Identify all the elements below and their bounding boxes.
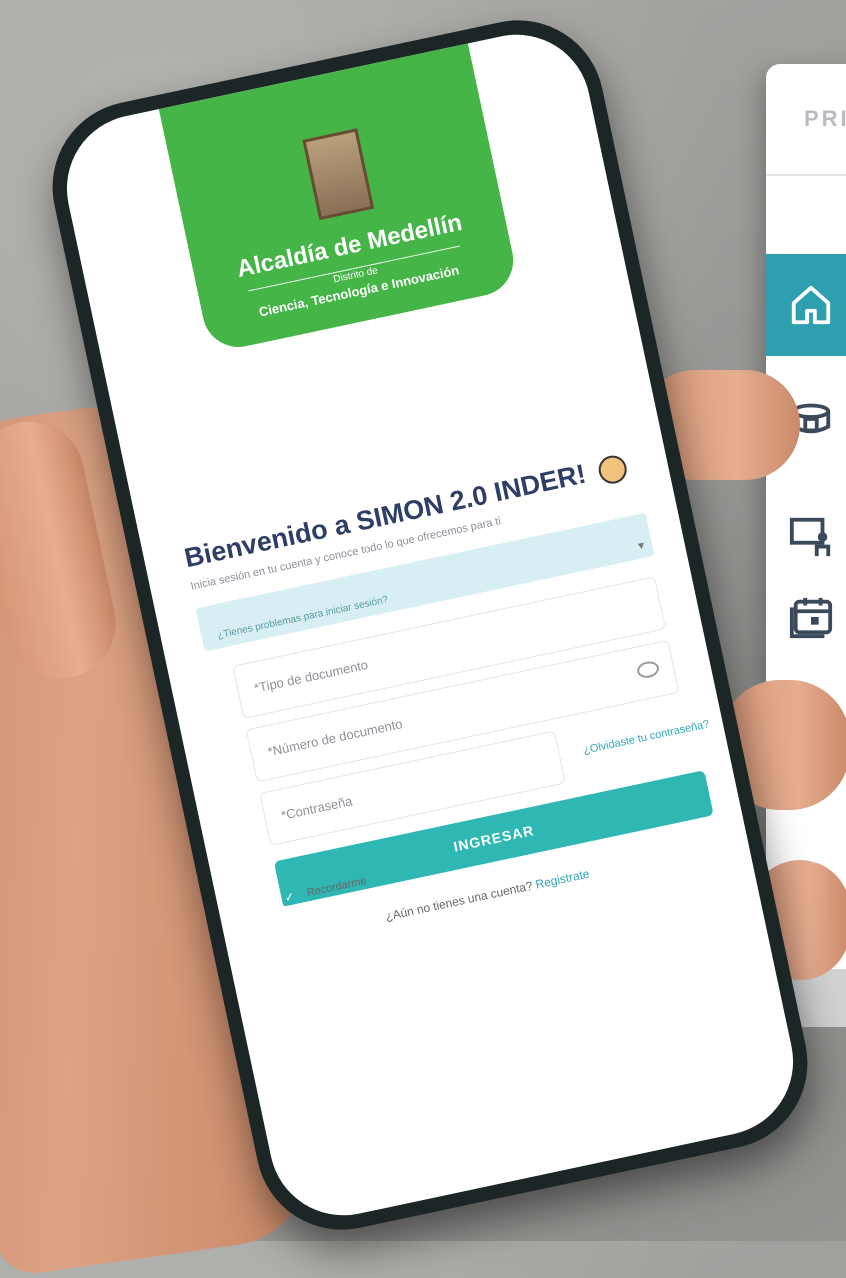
alcaldia-logo: Alcaldía de Medellín Distrito de Ciencia…: [158, 43, 520, 354]
document-number-placeholder: *Número de documento: [266, 716, 404, 760]
checkmark-icon[interactable]: ✓: [280, 887, 300, 907]
presentation-icon: [789, 517, 831, 557]
side-panel-title: PRI: [804, 106, 846, 131]
side-navigation-panel: PRI: [766, 64, 846, 969]
forgot-password-link[interactable]: ¿Olvidaste tu contraseña?: [582, 718, 710, 756]
register-link[interactable]: Registrate: [534, 866, 590, 891]
nav-item-presentation[interactable]: [766, 474, 846, 594]
eye-icon[interactable]: [635, 659, 661, 680]
side-panel-header: PRI: [766, 64, 846, 176]
calendar-icon: [789, 597, 833, 639]
home-icon: [791, 285, 831, 325]
coat-of-arms-icon: [302, 128, 375, 221]
no-account-text: ¿Aún no tienes una cuenta?: [384, 878, 534, 924]
document-type-placeholder: *Tipo de documento: [252, 656, 370, 696]
nav-item-home[interactable]: [766, 254, 846, 356]
password-placeholder: *Contraseña: [279, 793, 354, 823]
waving-hand-icon: [596, 452, 630, 487]
